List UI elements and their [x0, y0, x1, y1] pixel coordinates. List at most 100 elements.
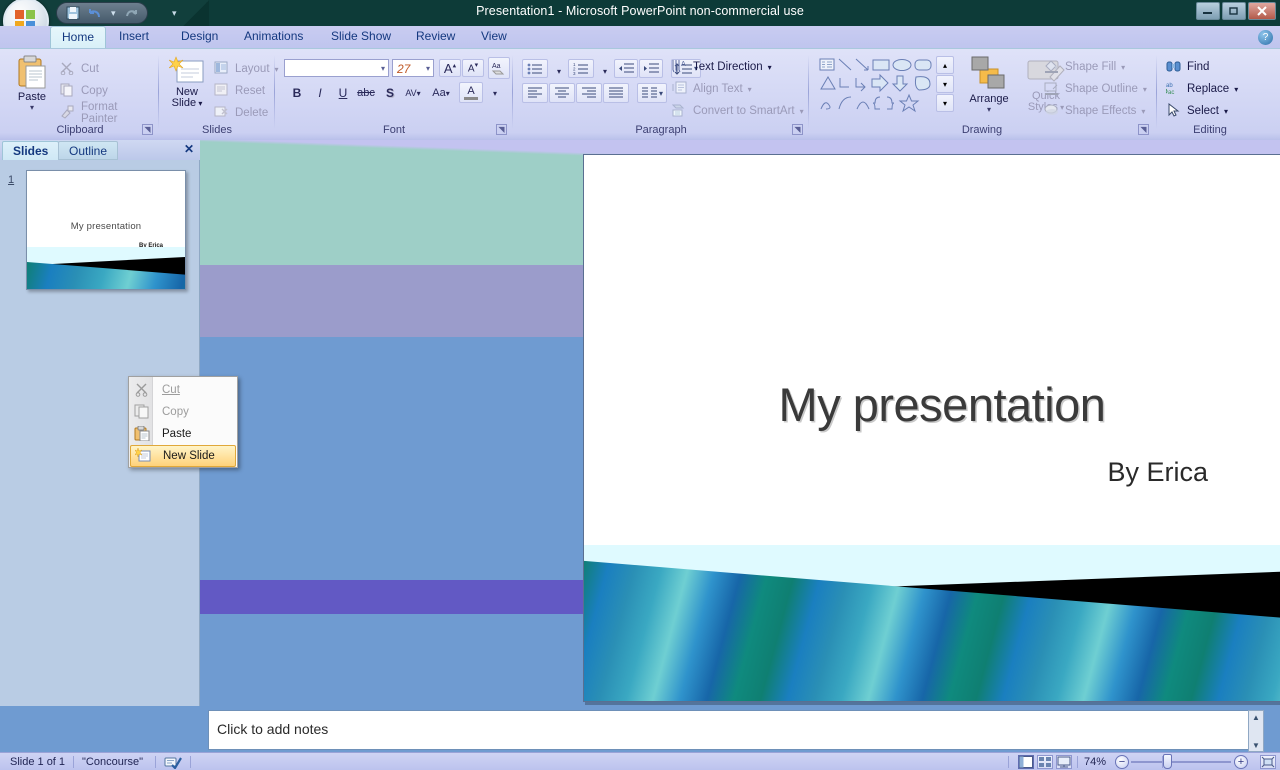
undo-dropdown-icon[interactable]: ▾ — [111, 8, 116, 19]
tab-view[interactable]: View — [470, 26, 518, 48]
spacing-dropdown-icon[interactable]: ▾ — [417, 89, 421, 98]
restore-button[interactable] — [1222, 2, 1246, 20]
text-direction-dropdown-icon[interactable]: ▾ — [768, 63, 772, 72]
replace-button[interactable]: abac Replace ▾ — [1166, 79, 1238, 99]
arrange-button[interactable]: Arrange ▾ — [960, 55, 1018, 114]
shapes-gallery-scroll[interactable]: ▴ ▾ ▾ — [936, 56, 954, 114]
delete-slide-button[interactable]: Delete — [214, 103, 268, 123]
notes-scroll-up-icon[interactable]: ▲ — [1251, 713, 1261, 722]
columns-button[interactable]: ▾ — [637, 83, 667, 103]
align-right-button[interactable] — [576, 83, 602, 103]
font-size-dropdown-icon[interactable]: ▾ — [426, 64, 430, 73]
copy-button[interactable]: Copy — [60, 81, 108, 101]
shape-outline-button[interactable]: Shape Outline ▾ — [1044, 79, 1147, 99]
justify-button[interactable] — [603, 83, 629, 103]
numbering-dropdown-icon[interactable]: ▾ — [594, 61, 616, 81]
clear-formatting-button[interactable]: Aa — [488, 57, 510, 79]
save-icon[interactable] — [65, 6, 80, 21]
close-button[interactable] — [1248, 2, 1276, 20]
shapes-gallery[interactable] — [818, 57, 946, 113]
notes-scrollbar[interactable]: ▲ ▼ — [1248, 710, 1264, 752]
shapes-scroll-up-icon[interactable]: ▴ — [936, 56, 954, 74]
zoom-slider-handle[interactable] — [1163, 754, 1172, 769]
zoom-in-button[interactable]: + — [1234, 755, 1248, 769]
find-button[interactable]: Find — [1166, 57, 1209, 77]
customize-qat-icon[interactable]: ▾ — [172, 8, 177, 19]
new-slide-dropdown-icon[interactable]: ▾ — [196, 99, 202, 108]
zoom-level[interactable]: 74% — [1084, 755, 1106, 769]
new-slide-button[interactable]: New Slide ▾ — [164, 55, 210, 109]
font-color-dropdown-icon[interactable]: ▾ — [484, 83, 506, 103]
view-normal-button[interactable] — [1018, 755, 1034, 769]
shape-outline-dropdown-icon[interactable]: ▾ — [1143, 85, 1147, 94]
tab-slide-show[interactable]: Slide Show — [320, 26, 402, 48]
shapes-scroll-down-icon[interactable]: ▾ — [936, 75, 954, 93]
font-color-button[interactable]: A — [459, 82, 483, 103]
context-menu-item-new-slide[interactable]: New Slide — [130, 445, 236, 467]
font-dialog-launcher[interactable]: ◥ — [496, 124, 507, 135]
shape-fill-dropdown-icon[interactable]: ▾ — [1121, 63, 1125, 72]
align-left-button[interactable] — [522, 83, 548, 103]
current-slide[interactable]: My presentation By Erica — [583, 154, 1280, 702]
replace-dropdown-icon[interactable]: ▾ — [1234, 85, 1238, 94]
clipboard-dialog-launcher[interactable]: ◥ — [142, 124, 153, 135]
minimize-button[interactable] — [1196, 2, 1220, 20]
change-case-dropdown-icon[interactable]: ▾ — [446, 89, 450, 98]
arrange-dropdown-icon[interactable]: ▾ — [960, 105, 1018, 114]
tab-outline[interactable]: Outline — [58, 141, 118, 160]
shrink-font-button[interactable]: A▾ — [462, 59, 484, 77]
select-dropdown-icon[interactable]: ▾ — [1224, 107, 1228, 116]
tab-insert[interactable]: Insert — [108, 26, 160, 48]
decrease-indent-button[interactable] — [614, 59, 638, 78]
zoom-slider-track[interactable] — [1131, 761, 1231, 763]
tab-home[interactable]: Home — [50, 26, 106, 48]
format-painter-button[interactable]: Format Painter — [60, 103, 156, 123]
text-direction-button[interactable]: A Text Direction ▾ — [672, 57, 772, 77]
theme-name[interactable]: "Concourse" — [82, 755, 143, 769]
strikethrough-button[interactable]: abc — [355, 83, 377, 103]
paragraph-dialog-launcher[interactable]: ◥ — [792, 124, 803, 135]
context-menu-item-copy[interactable]: Copy — [130, 401, 236, 423]
font-size-input[interactable]: 27 ▾ — [392, 59, 434, 77]
view-slide-show-button[interactable] — [1056, 755, 1072, 769]
context-menu-item-cut[interactable]: Cut — [130, 379, 236, 401]
notes-placeholder[interactable]: Click to add notes — [217, 721, 328, 737]
align-center-button[interactable] — [549, 83, 575, 103]
text-shadow-button[interactable]: S — [379, 83, 401, 103]
increase-indent-button[interactable] — [639, 59, 663, 78]
paste-button[interactable]: Paste ▾ — [10, 55, 54, 112]
shape-fill-button[interactable]: Shape Fill ▾ — [1044, 57, 1125, 77]
underline-button[interactable]: U — [332, 83, 354, 103]
grow-font-button[interactable]: A▴ — [439, 59, 461, 77]
numbering-button[interactable]: 123 — [568, 59, 594, 78]
context-menu-item-paste[interactable]: Paste — [130, 423, 236, 445]
undo-icon[interactable] — [88, 6, 103, 21]
shapes-gallery-more-icon[interactable]: ▾ — [936, 94, 954, 112]
notes-scroll-down-icon[interactable]: ▼ — [1251, 741, 1261, 750]
tab-animations[interactable]: Animations — [233, 26, 314, 48]
quick-access-toolbar[interactable]: ▾ — [56, 2, 148, 24]
slide-editing-area[interactable]: My presentation By Erica — [200, 140, 1280, 706]
select-button[interactable]: Select ▾ — [1166, 101, 1228, 121]
redo-icon[interactable] — [124, 6, 139, 21]
notes-pane[interactable]: Click to add notes ▲ ▼ — [208, 710, 1264, 750]
italic-button[interactable]: I — [309, 83, 331, 103]
shape-effects-dropdown-icon[interactable]: ▾ — [1141, 107, 1145, 116]
smartart-dropdown-icon[interactable]: ▾ — [800, 107, 804, 116]
close-pane-icon[interactable]: ✕ — [184, 142, 194, 156]
tab-slides[interactable]: Slides — [2, 141, 59, 160]
slide-title-text[interactable]: My presentation — [584, 377, 1280, 432]
bullets-button[interactable] — [522, 59, 548, 78]
align-text-dropdown-icon[interactable]: ▾ — [748, 85, 752, 94]
zoom-out-button[interactable]: − — [1115, 755, 1129, 769]
font-name-input[interactable]: ▾ — [284, 59, 389, 77]
character-spacing-button[interactable]: AV▾ — [402, 83, 424, 103]
change-case-button[interactable]: Aa▾ — [430, 83, 452, 103]
bold-button[interactable]: B — [286, 83, 308, 103]
layout-button[interactable]: Layout ▾ — [214, 59, 279, 79]
bullets-dropdown-icon[interactable]: ▾ — [548, 61, 570, 81]
context-menu[interactable]: Cut Copy Paste New Slide — [128, 376, 238, 468]
view-slide-sorter-button[interactable] — [1037, 755, 1053, 769]
cut-button[interactable]: Cut — [60, 59, 99, 79]
tab-review[interactable]: Review — [405, 26, 466, 48]
